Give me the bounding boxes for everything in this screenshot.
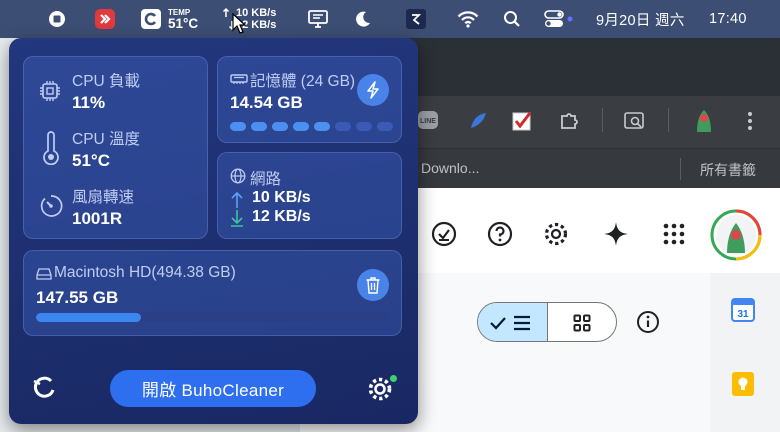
memory-segment	[356, 122, 372, 131]
remote-app-icon[interactable]	[93, 0, 117, 38]
network-download-value: 12 KB/s	[252, 208, 311, 225]
globe-icon	[230, 168, 246, 189]
list-view-button[interactable]	[478, 303, 548, 341]
side-panel	[710, 273, 780, 432]
memory-segment	[335, 122, 351, 131]
disk-label: Macintosh HD(494.38 GB)	[54, 264, 236, 281]
profile-avatar-icon[interactable]	[691, 106, 717, 139]
bookmark-downloads[interactable]: Downlo...	[421, 160, 479, 176]
memory-segment	[377, 122, 393, 131]
content-panel	[410, 273, 710, 432]
memory-segment	[293, 122, 309, 131]
memory-stick-icon	[230, 72, 248, 90]
grid-view-button[interactable]	[573, 314, 591, 337]
update-status-dot	[390, 375, 397, 382]
gemini-sparkle-icon[interactable]	[602, 220, 630, 253]
memory-segment	[251, 122, 267, 131]
toolbar-divider	[602, 108, 603, 132]
temperature-readout[interactable]: TEMP 51°C	[168, 0, 204, 38]
memory-boost-button[interactable]	[357, 74, 389, 106]
moon-icon[interactable]	[352, 0, 374, 38]
download-arrow-icon	[230, 209, 244, 232]
browser-menu-icon[interactable]	[746, 110, 754, 137]
menubar-time[interactable]: 17:40	[709, 0, 759, 38]
bookmark-all[interactable]: 所有書籤	[700, 160, 756, 180]
disk-clean-button[interactable]	[357, 269, 389, 301]
wifi-icon[interactable]	[455, 0, 481, 38]
cpu-temp-label: CPU 溫度	[72, 131, 141, 148]
feather-extension-icon[interactable]	[468, 111, 488, 136]
fan-value: 1001R	[72, 209, 123, 228]
menu-bar: TEMP 51°C 10 KB/s 12 KB/s 9月20日 週六 17:40	[0, 0, 780, 38]
line-extension-icon[interactable]: LINE	[417, 109, 439, 136]
buhocleaner-menu-icon[interactable]	[139, 0, 163, 38]
bookmark-divider	[680, 158, 681, 180]
fan-label: 風扇轉速	[72, 189, 135, 206]
open-buhocleaner-button[interactable]: 開啟 BuhoCleaner	[110, 370, 316, 407]
cpu-load-value: 11%	[72, 93, 106, 112]
display-icon[interactable]	[306, 0, 330, 38]
status-dot-icon	[566, 0, 574, 38]
task-check-icon[interactable]	[430, 220, 458, 253]
memory-value: 14.54 GB	[230, 93, 303, 112]
disk-usage-bar	[36, 313, 390, 322]
help-icon[interactable]	[486, 220, 514, 253]
cpu-chip-icon	[38, 79, 62, 108]
cpu-temp-value: 51°C	[72, 151, 110, 170]
memory-label: 記憶體 (24 GB)	[250, 73, 356, 90]
network-upload-value: 10 KB/s	[252, 189, 311, 206]
stop-record-icon[interactable]	[46, 0, 68, 38]
settings-gear-icon[interactable]	[542, 220, 570, 253]
svg-text:31: 31	[737, 309, 749, 320]
thermometer-icon	[40, 131, 62, 170]
account-avatar[interactable]	[710, 209, 762, 266]
network-label: 網路	[250, 171, 282, 188]
memory-usage-meter	[230, 122, 393, 131]
cpu-load-label: CPU 負載	[72, 73, 141, 90]
toolbar-divider	[668, 108, 669, 132]
puzzle-extension-icon[interactable]	[558, 110, 580, 137]
fan-gauge-icon	[38, 193, 64, 224]
control-center-icon[interactable]	[541, 0, 567, 38]
apps-grid-icon[interactable]	[662, 222, 686, 251]
svg-text:LINE: LINE	[420, 118, 436, 125]
info-icon[interactable]	[636, 310, 660, 339]
hard-drive-icon	[36, 267, 52, 285]
checkbox-extension-icon[interactable]	[511, 110, 533, 137]
trash-icon	[366, 277, 380, 294]
calendar-app-icon[interactable]: 31	[731, 298, 755, 327]
lightning-icon	[367, 81, 379, 99]
input-method-icon[interactable]	[404, 0, 428, 38]
mouse-cursor-icon	[231, 12, 247, 36]
spotlight-search-icon[interactable]	[501, 0, 523, 38]
memory-segment	[272, 122, 288, 131]
keep-app-icon[interactable]	[731, 371, 755, 402]
memory-segment	[230, 122, 246, 131]
memory-segment	[314, 122, 330, 131]
page-search-icon[interactable]	[623, 110, 647, 137]
buhocleaner-logo-icon	[32, 375, 58, 406]
temp-value: 51°C	[168, 15, 199, 31]
disk-usage-fill	[36, 313, 142, 322]
menubar-date[interactable]: 9月20日 週六	[596, 0, 704, 38]
disk-value: 147.55 GB	[36, 288, 119, 307]
view-toggle	[477, 302, 617, 342]
